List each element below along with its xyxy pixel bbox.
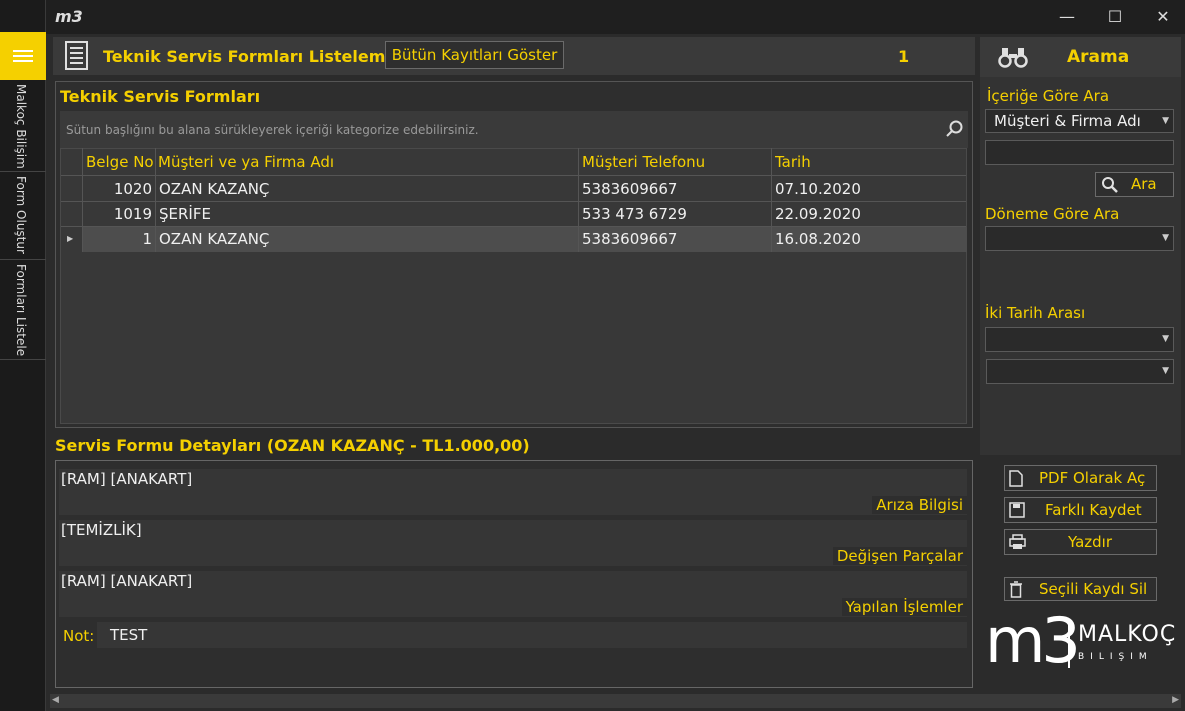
document-list-icon xyxy=(65,41,88,70)
search-header: Arama xyxy=(980,37,1181,77)
content-search-select[interactable]: Müşteri & Firma Adı ▼ xyxy=(985,109,1174,133)
brand-subtitle: BILIŞIM xyxy=(1078,652,1153,662)
binoculars-icon xyxy=(998,48,1028,68)
dropdown-arrow-icon: ▼ xyxy=(1162,116,1169,126)
close-icon[interactable]: ✕ xyxy=(1150,4,1176,30)
delete-button[interactable]: Seçili Kaydı Sil xyxy=(1004,577,1157,601)
search-button-label: Ara xyxy=(1131,175,1157,193)
sidebar-item-formlari-listele[interactable]: Formları Listele xyxy=(0,260,46,360)
search-button[interactable]: Ara xyxy=(1095,172,1174,197)
islem-value: [RAM] [ANAKART] xyxy=(61,572,193,590)
maximize-icon[interactable]: ☐ xyxy=(1102,4,1128,30)
sidebar-item-form-olustur[interactable]: Form Oluştur xyxy=(0,172,46,260)
not-value: TEST xyxy=(110,626,148,644)
column-header-telefon[interactable]: Müşteri Telefonu xyxy=(582,153,705,171)
hamburger-line xyxy=(13,60,33,62)
cell-musteri: OZAN KAZANÇ xyxy=(159,180,270,198)
sidebar-item-label: Formları Listele xyxy=(14,264,28,357)
cell-belge-no: 1 xyxy=(142,230,152,248)
record-count: 1 xyxy=(898,47,910,66)
save-as-button[interactable]: Farklı Kaydet xyxy=(1004,497,1157,523)
sidebar-item-label: Malkoç Bilişim xyxy=(14,84,28,169)
cell-tarih: 22.09.2020 xyxy=(775,205,861,223)
group-hint: Sütun başlığını bu alana sürükleyerek iç… xyxy=(66,123,479,137)
trash-icon xyxy=(1010,581,1022,598)
table-row[interactable]: 1019 ŞERİFE 533 473 6729 22.09.2020 xyxy=(61,202,966,227)
group-panel[interactable]: Sütun başlığını bu alana sürükleyerek iç… xyxy=(60,111,968,148)
column-header-tarih[interactable]: Tarih xyxy=(775,153,811,171)
delete-button-label: Seçili Kaydı Sil xyxy=(1039,580,1148,598)
scroll-right-icon[interactable]: ▶ xyxy=(1172,695,1179,705)
date-to-select[interactable]: ▼ xyxy=(986,359,1174,384)
column-header-musteri[interactable]: Müşteri ve ya Firma Adı xyxy=(158,153,334,171)
period-search-label: Döneme Göre Ara xyxy=(985,205,1120,223)
not-field[interactable]: TEST xyxy=(97,622,967,648)
minimize-icon[interactable]: — xyxy=(1054,4,1080,30)
cell-tarih: 16.08.2020 xyxy=(775,230,861,248)
period-select[interactable]: ▼ xyxy=(985,226,1174,251)
parca-field[interactable]: [TEMİZLİK] Değişen Parçalar xyxy=(59,520,967,566)
search-input[interactable] xyxy=(985,140,1174,165)
table-row[interactable]: 1 OZAN KAZANÇ 5383609667 16.08.2020 xyxy=(61,227,966,252)
ariza-label: Arıza Bilgisi xyxy=(872,496,967,514)
scroll-left-icon[interactable]: ◀ xyxy=(52,695,59,705)
grid-header: Belge No Müşteri ve ya Firma Adı Müşteri… xyxy=(61,149,966,176)
save-icon xyxy=(1009,502,1025,518)
not-label: Not: xyxy=(63,627,95,645)
show-all-button[interactable]: Bütün Kayıtları Göster xyxy=(385,41,564,69)
cell-telefon: 533 473 6729 xyxy=(582,205,687,223)
page-header: Teknik Servis Formları Listeleme Bütün K… xyxy=(53,37,975,75)
sidebar-item-label: Form Oluştur xyxy=(14,176,28,254)
cell-belge-no: 1019 xyxy=(113,205,152,223)
print-button-label: Yazdır xyxy=(1068,533,1113,551)
column-header-belge-no[interactable]: Belge No xyxy=(86,153,154,171)
detail-title: Servis Formu Detayları (OZAN KAZANÇ - TL… xyxy=(55,436,530,455)
magnifier-icon xyxy=(1102,177,1118,193)
cell-belge-no: 1020 xyxy=(113,180,152,198)
dropdown-arrow-icon: ▼ xyxy=(1162,334,1169,344)
dropdown-arrow-icon: ▼ xyxy=(1162,366,1169,376)
table-row[interactable]: 1020 OZAN KAZANÇ 5383609667 07.10.2020 xyxy=(61,177,966,202)
content-search-label: İçeriğe Göre Ara xyxy=(987,87,1110,105)
grid-title: Teknik Servis Formları xyxy=(60,87,261,106)
cell-musteri: OZAN KAZANÇ xyxy=(159,230,270,248)
brand-name: MALKOÇ xyxy=(1078,622,1177,647)
page-title: Teknik Servis Formları Listeleme xyxy=(103,47,397,66)
brand-logo-mark: m3 xyxy=(985,604,1081,677)
dropdown-arrow-icon: ▼ xyxy=(1162,233,1169,243)
print-button[interactable]: Yazdır xyxy=(1004,529,1157,555)
ariza-field[interactable]: [RAM] [ANAKART] Arıza Bilgisi xyxy=(59,469,967,515)
cell-tarih: 07.10.2020 xyxy=(775,180,861,198)
logo-divider xyxy=(1068,620,1070,668)
parca-label: Değişen Parçalar xyxy=(832,547,967,565)
islem-label: Yapılan İşlemler xyxy=(841,598,967,616)
date-from-select[interactable]: ▼ xyxy=(985,327,1174,352)
title-bar: m3 — ☐ ✕ xyxy=(46,0,1185,34)
search-title: Arama xyxy=(1067,47,1130,67)
menu-button[interactable] xyxy=(0,32,46,80)
content-search-value: Müşteri & Firma Adı xyxy=(994,112,1141,130)
pdf-icon xyxy=(1009,470,1023,487)
cell-telefon: 5383609667 xyxy=(582,230,678,248)
app-logo: m3 xyxy=(55,7,83,26)
pdf-button[interactable]: PDF Olarak Aç xyxy=(1004,465,1157,491)
parca-value: [TEMİZLİK] xyxy=(61,521,142,539)
ariza-value: [RAM] [ANAKART] xyxy=(61,470,193,488)
search-icon[interactable] xyxy=(946,120,964,138)
date-range-label: İki Tarih Arası xyxy=(985,304,1086,322)
hamburger-line xyxy=(13,55,33,57)
islem-field[interactable]: [RAM] [ANAKART] Yapılan İşlemler xyxy=(59,571,967,617)
cell-telefon: 5383609667 xyxy=(582,180,678,198)
brand-logo: m3 MALKOÇ BILIŞIM xyxy=(985,604,1181,680)
save-as-button-label: Farklı Kaydet xyxy=(1045,501,1142,519)
printer-icon xyxy=(1009,534,1026,549)
cell-musteri: ŞERİFE xyxy=(159,205,211,223)
sidebar-item-malkoc[interactable]: Malkoç Bilişim xyxy=(0,80,46,172)
pdf-button-label: PDF Olarak Aç xyxy=(1039,469,1146,487)
hamburger-icon xyxy=(13,50,33,52)
horizontal-scrollbar[interactable]: ◀ ▶ xyxy=(50,694,1181,708)
